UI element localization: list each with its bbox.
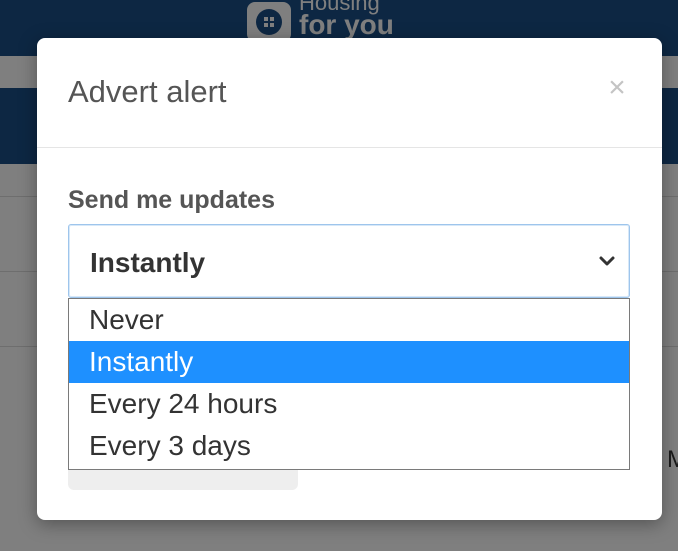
option-every-3-days[interactable]: Every 3 days [69, 425, 629, 467]
option-every-24-hours[interactable]: Every 24 hours [69, 383, 629, 425]
send-updates-label: Send me updates [68, 186, 275, 214]
advert-alert-modal: Advert alert × Send me updates Instantly… [37, 38, 662, 520]
modal-title: Advert alert [68, 74, 227, 109]
option-never[interactable]: Never [69, 299, 629, 341]
frequency-options-list: Never Instantly Every 24 hours Every 3 d… [68, 298, 630, 470]
selected-frequency-value: Instantly [90, 247, 206, 278]
update-frequency-select[interactable]: Instantly [68, 224, 630, 298]
option-instantly[interactable]: Instantly [69, 341, 629, 383]
modal-header: Advert alert × [37, 38, 662, 148]
close-icon[interactable]: × [597, 68, 637, 108]
chevron-down-icon [599, 256, 615, 266]
submit-button[interactable] [68, 470, 298, 490]
